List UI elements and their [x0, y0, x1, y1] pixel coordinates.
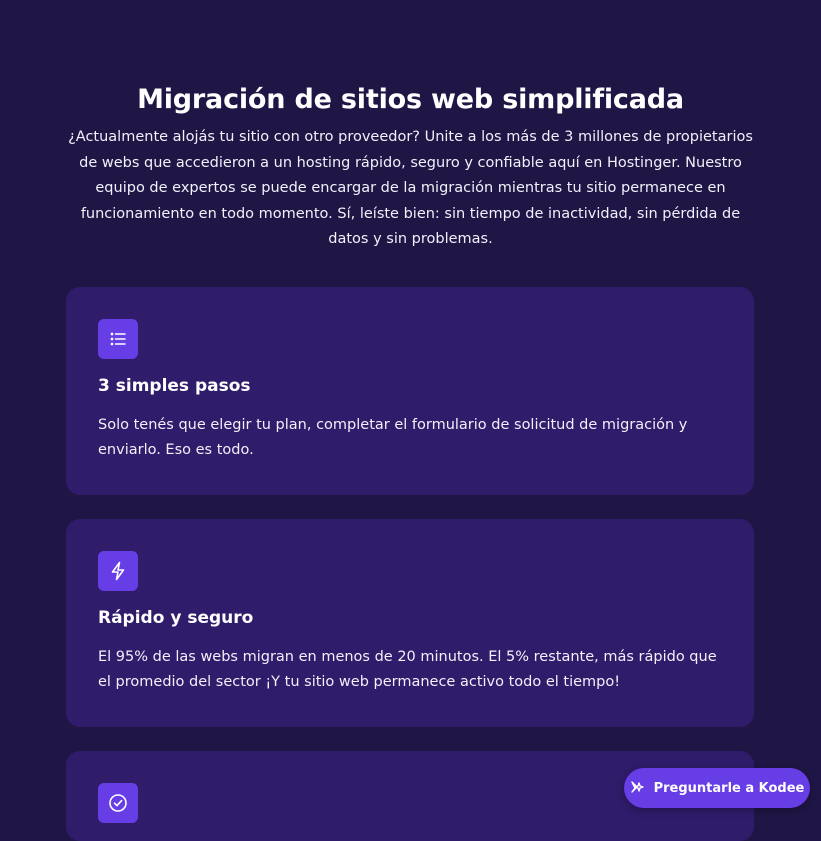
- list-icon: [98, 319, 138, 359]
- sparkle-icon: [630, 780, 646, 796]
- card-text: El 95% de las webs migran en menos de 20…: [98, 649, 717, 690]
- page-title: Migración de sitios web simplificada: [137, 84, 684, 116]
- feature-card-steps: 3 simples pasos Solo tenés que elegir tu…: [66, 287, 754, 495]
- intro-paragraph: ¿Actualmente alojás tu sitio con otro pr…: [68, 129, 753, 247]
- ask-kodee-button[interactable]: Preguntarle a Kodee: [624, 768, 810, 808]
- card-title: 3 simples pasos: [98, 376, 251, 396]
- ask-kodee-label: Preguntarle a Kodee: [653, 780, 805, 796]
- card-text: Solo tenés que elegir tu plan, completar…: [98, 417, 688, 458]
- lightning-icon: [98, 551, 138, 591]
- check-circle-icon: [98, 783, 138, 823]
- card-title: Rápido y seguro: [98, 608, 254, 628]
- feature-card-fast-secure: Rápido y seguro El 95% de las webs migra…: [66, 519, 754, 727]
